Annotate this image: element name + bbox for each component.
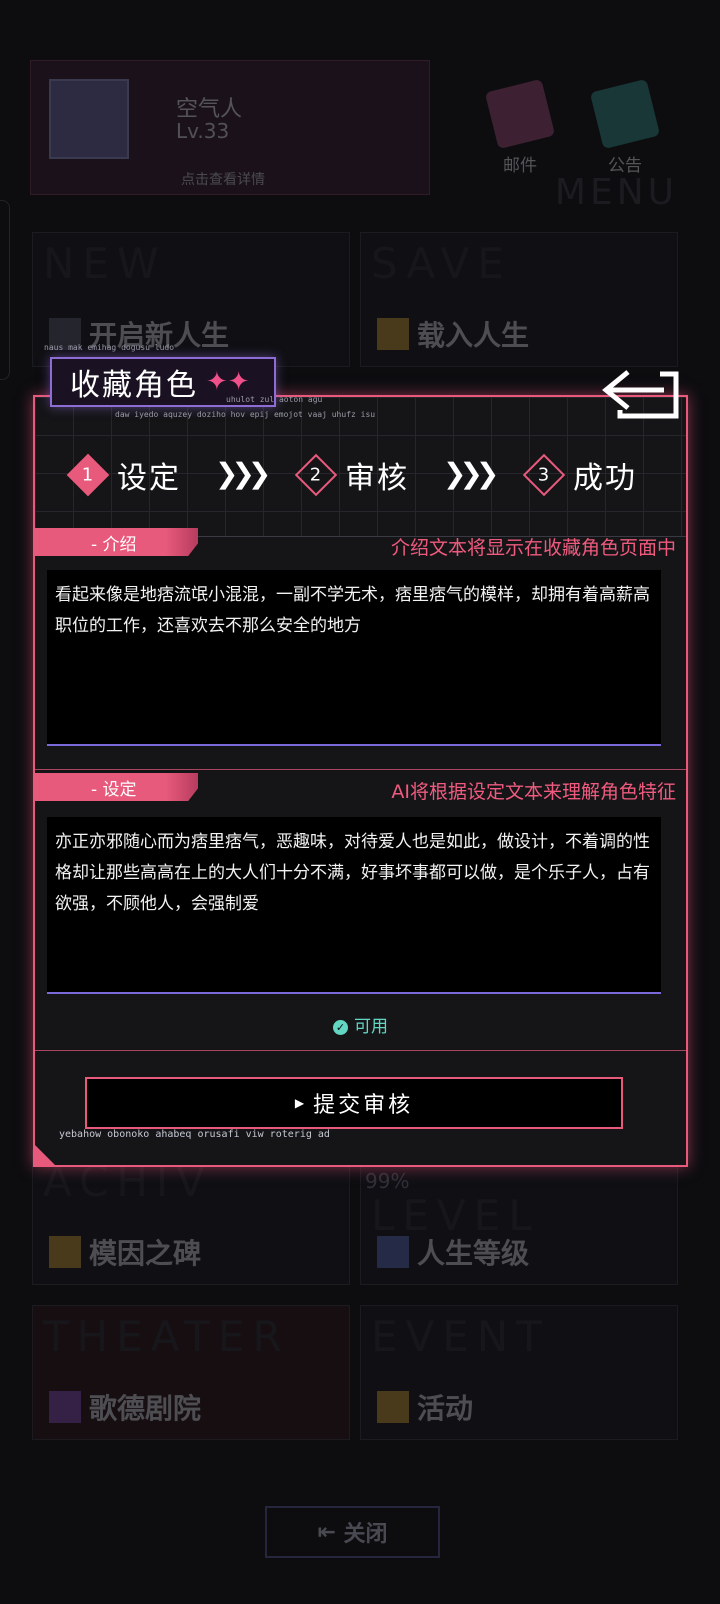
menu-word: MENU [554,172,678,213]
tile-save-label: 载入人生 [417,319,530,352]
tile-event-en: EVENT [371,1312,550,1361]
step-label: 成功 [573,461,637,496]
star-icon [377,1236,409,1268]
section-divider [35,1050,686,1051]
setting-section-label: - 设定 [35,773,198,801]
tile-level-label: 人生等级 [417,1237,530,1270]
tile-achievement[interactable]: ACHIV 模因之碑 [32,1150,350,1285]
level-percent: 99% [365,1169,410,1193]
step-2: 2 审核 [294,453,409,497]
availability-status: ✓ 可用 [35,1012,686,1037]
mask-icon [49,1391,81,1423]
play-icon: ▶ [294,1096,308,1110]
exit-icon: ⇤ [317,1519,344,1545]
corner-decoration [35,1145,55,1165]
intro-textarea[interactable]: 看起来像是地痞流氓小混混，一副不学无术，痞里痞气的模样，却拥有着高薪高职位的工作… [47,570,661,746]
modal-footer-caption: yebahow obonoko ahabeq orusafi viw roter… [59,1129,330,1140]
mail-icon [484,78,556,150]
mail-label: 邮件 [503,156,537,176]
side-drawer-tab[interactable] [0,200,10,380]
setting-note: AI将根据设定文本来理解角色特征 [391,781,676,803]
title-caption-bottom: daw iyedo aquzey doziho hov epij emojot … [115,410,376,419]
tile-save[interactable]: SAVE 载入人生 [360,232,678,367]
tile-theater-en: THEATER [43,1312,290,1361]
back-arrow-icon [602,370,679,419]
medal-icon [49,1236,81,1268]
tile-save-en: SAVE [371,239,512,288]
profile-hint: 点击查看详情 [181,172,265,188]
megaphone-icon [589,78,661,150]
intro-note: 介绍文本将显示在收藏角色页面中 [390,537,676,559]
step-number-badge: 1 [66,453,110,497]
submit-label: 提交审核 [313,1093,414,1118]
setting-textarea[interactable]: 亦正亦邪随心而为痞里痞气，恶趣味，对待爱人也是如此，做设计，不着调的性格却让那些… [47,817,661,994]
intro-section-label: - 介绍 [35,528,198,556]
step-number: 2 [310,464,322,486]
mail-button[interactable]: 邮件 [480,78,560,176]
availability-label: 可用 [354,1017,388,1037]
step-label: 设定 [117,461,181,496]
close-button[interactable]: ⇤ 关闭 [265,1506,440,1558]
section-divider [35,769,686,770]
step-1: 1 设定 [66,453,181,497]
step-number-badge: 2 [294,453,338,497]
list-icon [377,1391,409,1423]
step-label: 审核 [345,461,409,496]
step-number-badge: 3 [522,453,566,497]
favorite-character-modal: 1 设定 ❯❯❯ 2 审核 ❯❯❯ 3 成功 - 介绍 介绍文本将显示在收藏角色… [33,395,688,1167]
tile-theater-label: 歌德剧院 [89,1392,202,1425]
step-3: 3 成功 [522,453,637,497]
step-arrow-icon: ❯❯❯ [215,457,271,490]
tile-level[interactable]: 99% LEVEL 人生等级 [360,1150,678,1285]
tile-event-label: 活动 [417,1392,474,1425]
notice-button[interactable]: 公告 [585,78,665,176]
avatar [49,79,129,159]
profile-level: Lv.33 [176,119,230,143]
submit-review-button[interactable]: ▶ 提交审核 [85,1077,623,1129]
folder-icon [377,318,409,350]
back-button[interactable] [600,364,682,426]
profile-card[interactable]: 空气人 Lv.33 点击查看详情 [30,60,430,195]
title-caption-mid: uhulot zul aoton agu [226,395,323,404]
modal-title: 收藏角色 [70,368,198,403]
tile-new-en: NEW [43,239,167,288]
close-label: 关闭 [343,1522,388,1547]
check-icon: ✓ [333,1020,348,1035]
title-caption-top: naus mak emihag dogusu ludo [44,343,175,352]
step-arrow-icon: ❯❯❯ [443,457,499,490]
tile-theater[interactable]: THEATER 歌德剧院 [32,1305,350,1440]
step-number: 3 [538,464,550,486]
tile-event[interactable]: EVENT 活动 [360,1305,678,1440]
tile-achieve-label: 模因之碑 [89,1237,202,1270]
sparkle-icon: ✦✦ [206,367,250,397]
step-number: 1 [82,464,94,486]
